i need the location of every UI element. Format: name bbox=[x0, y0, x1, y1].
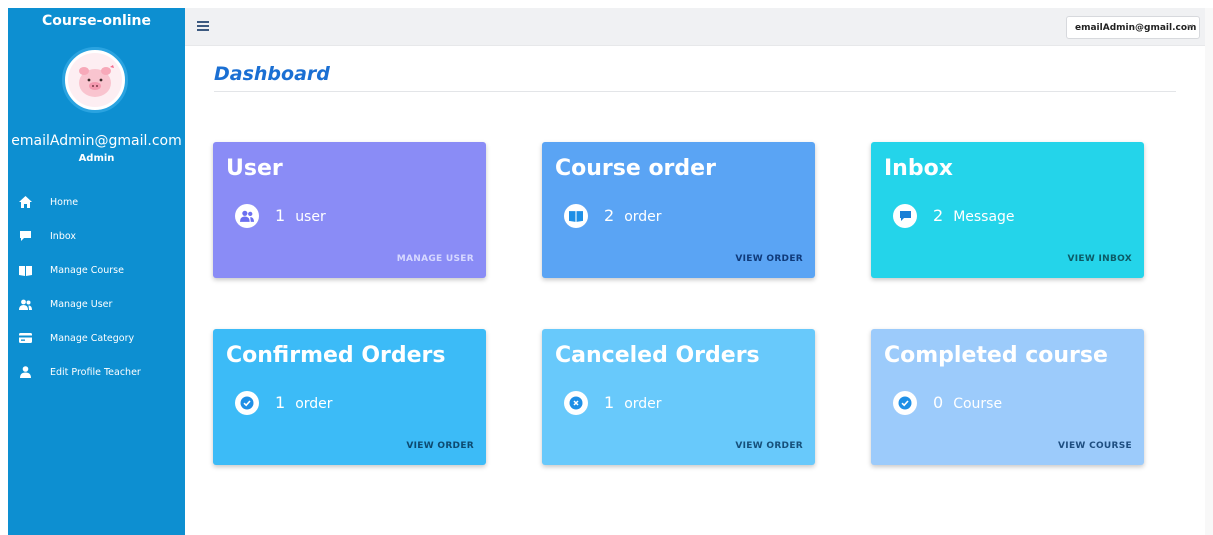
course-order-card: Course order 2 order VIEW ORDER bbox=[542, 142, 815, 278]
users-icon bbox=[18, 299, 32, 310]
divider bbox=[214, 91, 1176, 92]
home-icon bbox=[18, 196, 32, 208]
book-icon bbox=[18, 265, 32, 276]
card-count: 1 order bbox=[275, 393, 333, 412]
canceled-orders-card: Canceled Orders 1 order VIEW ORDER bbox=[542, 329, 815, 465]
users-icon bbox=[235, 204, 259, 228]
sidebar-item-manage-category[interactable]: Manage Category bbox=[8, 321, 185, 355]
card-title: Course order bbox=[555, 156, 716, 181]
check-circle-icon bbox=[235, 391, 259, 415]
count-unit: order bbox=[295, 396, 333, 412]
sidebar-item-manage-user[interactable]: Manage User bbox=[8, 287, 185, 321]
chat-icon bbox=[18, 230, 32, 242]
chevron-down-icon bbox=[1187, 24, 1193, 29]
card-title: Canceled Orders bbox=[555, 343, 760, 368]
card-count: 1 order bbox=[604, 393, 662, 412]
card-title: Inbox bbox=[884, 156, 953, 181]
count-unit: user bbox=[295, 209, 326, 225]
sidebar-item-label: Manage Course bbox=[50, 264, 124, 276]
card-count: 1 user bbox=[275, 206, 326, 225]
book-icon bbox=[564, 204, 588, 228]
user-role: Admin bbox=[78, 153, 115, 164]
page-scrollbar[interactable] bbox=[1205, 8, 1213, 535]
sidebar-item-home[interactable]: Home bbox=[8, 185, 185, 219]
count-value: 2 bbox=[604, 206, 615, 225]
sidebar-item-label: Manage User bbox=[50, 298, 113, 310]
account-email: emailAdmin@gmail.com bbox=[1075, 22, 1197, 33]
account-dropdown[interactable]: emailAdmin@gmail.com bbox=[1066, 16, 1200, 39]
view-inbox-link[interactable]: VIEW INBOX bbox=[1067, 254, 1132, 264]
card-title: User bbox=[226, 156, 283, 181]
sidebar-nav: Home Inbox Manage Course Manage User Man… bbox=[8, 185, 185, 389]
confirmed-orders-card: Confirmed Orders 1 order VIEW ORDER bbox=[213, 329, 486, 465]
count-value: 2 bbox=[933, 206, 944, 225]
card-count: 2 order bbox=[604, 206, 662, 225]
user-icon bbox=[18, 366, 32, 378]
card-title: Confirmed Orders bbox=[226, 343, 446, 368]
sidebar-item-label: Home bbox=[50, 196, 79, 208]
top-bar: emailAdmin@gmail.com bbox=[185, 8, 1205, 46]
count-unit: Message bbox=[953, 209, 1015, 225]
user-card: User 1 user MANAGE USER bbox=[213, 142, 486, 278]
card-count: 2 Message bbox=[933, 206, 1015, 225]
sidebar-item-label: Manage Category bbox=[50, 332, 135, 344]
count-value: 1 bbox=[604, 393, 615, 412]
sidebar: Course-online emailAdmin@gmail.com Admin… bbox=[8, 8, 185, 535]
view-course-link[interactable]: VIEW COURSE bbox=[1058, 441, 1132, 451]
sidebar-item-inbox[interactable]: Inbox bbox=[8, 219, 185, 253]
x-circle-icon bbox=[564, 391, 588, 415]
count-unit: Course bbox=[953, 396, 1003, 412]
check-circle-icon bbox=[893, 391, 917, 415]
view-order-link[interactable]: VIEW ORDER bbox=[735, 441, 803, 451]
page-title: Dashboard bbox=[214, 63, 330, 85]
card-icon bbox=[18, 333, 32, 343]
chat-icon bbox=[893, 204, 917, 228]
count-unit: order bbox=[624, 396, 662, 412]
count-value: 0 bbox=[933, 393, 944, 412]
sidebar-item-edit-profile-teacher[interactable]: Edit Profile Teacher bbox=[8, 355, 185, 389]
sidebar-item-label: Edit Profile Teacher bbox=[50, 366, 141, 378]
count-unit: order bbox=[624, 209, 662, 225]
inbox-card: Inbox 2 Message VIEW INBOX bbox=[871, 142, 1144, 278]
count-value: 1 bbox=[275, 206, 286, 225]
count-value: 1 bbox=[275, 393, 286, 412]
avatar[interactable] bbox=[62, 47, 128, 113]
completed-course-card: Completed course 0 Course VIEW COURSE bbox=[871, 329, 1144, 465]
user-email: emailAdmin@gmail.com bbox=[11, 133, 182, 149]
card-count: 0 Course bbox=[933, 393, 1002, 412]
brand-title[interactable]: Course-online bbox=[8, 12, 185, 32]
hamburger-menu-icon[interactable] bbox=[197, 21, 209, 31]
sidebar-item-label: Inbox bbox=[50, 230, 76, 242]
sidebar-item-manage-course[interactable]: Manage Course bbox=[8, 253, 185, 287]
view-order-link[interactable]: VIEW ORDER bbox=[735, 254, 803, 264]
card-title: Completed course bbox=[884, 343, 1108, 368]
pig-avatar-image bbox=[68, 53, 122, 107]
view-order-link[interactable]: VIEW ORDER bbox=[406, 441, 474, 451]
manage-user-link[interactable]: MANAGE USER bbox=[397, 254, 474, 264]
